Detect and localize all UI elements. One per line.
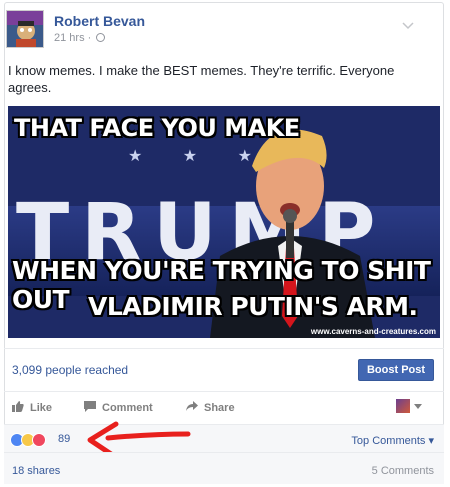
comment-label: Comment: [102, 402, 153, 414]
insights-bar: 3,099 people reached Boost Post: [4, 348, 444, 390]
posting-as-avatar[interactable]: [396, 399, 410, 413]
dropdown-caret-icon: ▾: [428, 435, 434, 447]
share-label: Share: [204, 402, 235, 414]
post-header: Robert Bevan 21 hrs ·: [6, 10, 426, 52]
post-text: I know memes. I make the BEST memes. The…: [8, 63, 395, 95]
author-avatar[interactable]: [6, 10, 44, 48]
post-footer: 18 shares 5 Comments: [4, 452, 444, 484]
meme-bottom-caption-line2: VLADIMIR PUTIN'S ARM.: [88, 292, 418, 321]
like-button[interactable]: Like: [12, 401, 52, 414]
reactions-bar: 89 Top Comments ▾: [4, 424, 444, 452]
caret-down-icon[interactable]: [414, 404, 422, 409]
author-name[interactable]: Robert Bevan: [54, 13, 145, 29]
meme-watermark: www.caverns-and-creatures.com: [310, 327, 436, 336]
top-comments-dropdown[interactable]: Top Comments ▾: [351, 434, 434, 447]
thumbs-up-icon: [12, 401, 24, 412]
comments-count[interactable]: 5 Comments: [372, 465, 434, 477]
share-button[interactable]: Share: [186, 401, 235, 414]
like-label: Like: [30, 402, 53, 414]
comment-icon: [84, 401, 96, 412]
top-comments-label: Top Comments: [351, 435, 426, 447]
post-timestamp[interactable]: 21 hrs ·: [54, 32, 106, 44]
love-reaction-icon: [32, 433, 46, 447]
people-reached-link[interactable]: 3,099 people reached: [12, 363, 128, 377]
comment-button[interactable]: Comment: [84, 401, 153, 414]
shares-count[interactable]: 18 shares: [12, 465, 60, 477]
boost-post-button[interactable]: Boost Post: [358, 359, 434, 381]
meme-top-caption: THAT FACE YOU MAKE: [14, 114, 300, 142]
timestamp-text[interactable]: 21 hrs ·: [54, 32, 91, 44]
meme-image[interactable]: ★ ★ ★ TRUMP THAT FACE YOU MAKE WHEN YOU'…: [8, 106, 440, 338]
reaction-icons[interactable]: [10, 433, 56, 447]
globe-icon: [96, 33, 106, 42]
chevron-down-icon[interactable]: [402, 22, 414, 30]
action-bar: Like Comment Share: [4, 391, 444, 423]
reaction-count[interactable]: 89: [58, 433, 70, 445]
share-arrow-icon: [186, 401, 198, 411]
